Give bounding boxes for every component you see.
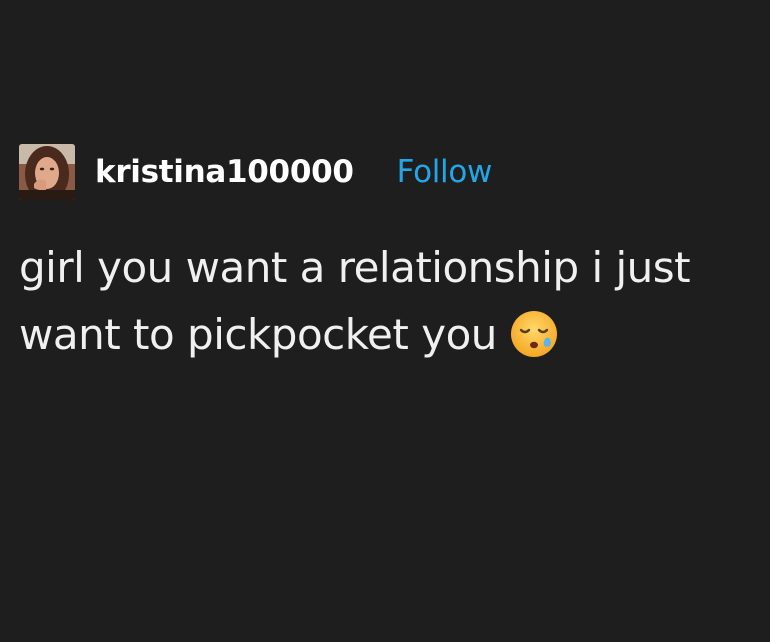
post-text: girl you want a relationship i just want…: [19, 243, 691, 359]
post-header: kristina100000 Follow: [19, 142, 759, 202]
username[interactable]: kristina100000: [95, 154, 354, 190]
avatar[interactable]: [19, 144, 75, 200]
profile-photo-icon: [19, 144, 75, 200]
post-body: girl you want a relationship i just want…: [19, 234, 764, 368]
sleepy-face-icon: [509, 309, 559, 359]
follow-button[interactable]: Follow: [397, 154, 493, 190]
post: kristina100000 Follow girl you want a re…: [19, 142, 759, 368]
